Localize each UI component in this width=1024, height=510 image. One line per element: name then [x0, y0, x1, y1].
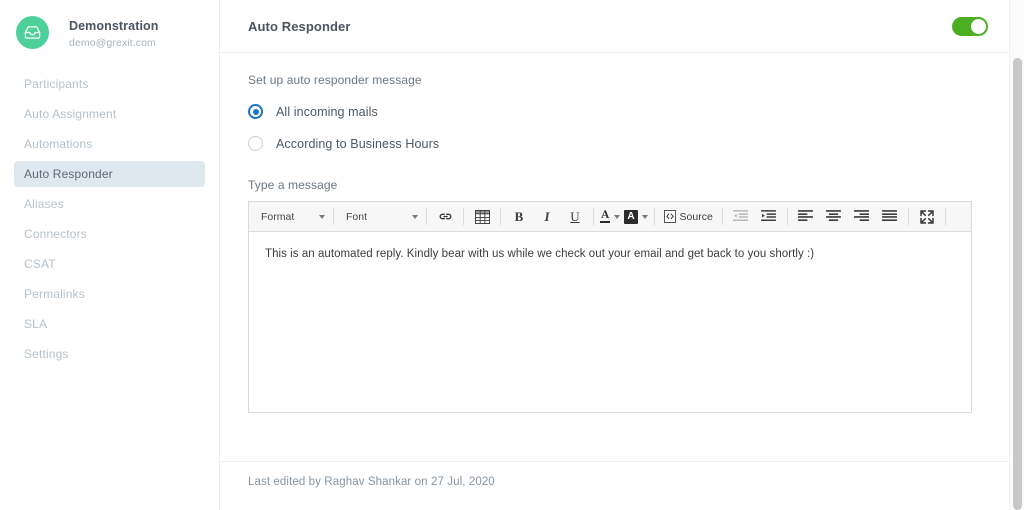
main-header: Auto Responder [220, 0, 1024, 53]
sidebar-item-automations[interactable]: Automations [14, 131, 205, 157]
sidebar-item-aliases[interactable]: Aliases [14, 191, 205, 217]
editor-toolbar: Format Font B I U A A Source [249, 202, 971, 232]
toolbar-separator [500, 208, 501, 225]
sidebar-item-settings[interactable]: Settings [14, 341, 205, 367]
sidebar-item-label: Aliases [24, 197, 64, 211]
maximize-icon[interactable] [913, 206, 941, 228]
source-button[interactable]: Source [659, 206, 718, 228]
chevron-down-icon [319, 214, 325, 219]
chevron-down-icon [641, 214, 648, 219]
auto-responder-toggle[interactable] [952, 16, 988, 36]
main-panel: Auto Responder Set up auto responder mes… [220, 0, 1024, 510]
account-name: Demonstration [69, 19, 159, 33]
sidebar-item-permalinks[interactable]: Permalinks [14, 281, 205, 307]
bold-icon[interactable]: B [505, 206, 533, 228]
sidebar-item-label: Permalinks [24, 287, 85, 301]
sidebar-item-label: CSAT [24, 257, 56, 271]
align-justify-icon[interactable] [876, 206, 904, 228]
toolbar-separator [721, 208, 723, 225]
inbox-icon [16, 16, 49, 49]
sidebar-item-label: Participants [24, 77, 89, 91]
last-edited-text: Last edited by Raghav Shankar on 27 Jul,… [248, 476, 495, 488]
sidebar-item-sla[interactable]: SLA [14, 311, 205, 337]
align-right-icon[interactable] [848, 206, 876, 228]
scrollbar-thumb[interactable] [1013, 58, 1022, 510]
sidebar-item-auto-assignment[interactable]: Auto Assignment [14, 101, 205, 127]
account-header: Demonstration demo@grexit.com [0, 0, 219, 51]
source-icon [663, 210, 676, 223]
account-email: demo@grexit.com [69, 37, 156, 49]
table-icon[interactable] [468, 206, 496, 228]
italic-icon[interactable]: I [533, 206, 561, 228]
outdent-icon[interactable] [727, 206, 755, 228]
chevron-down-icon [412, 214, 418, 219]
radio-label: All incoming mails [276, 104, 378, 119]
sidebar-item-label: Automations [24, 137, 93, 151]
sidebar: Demonstration demo@grexit.com Participan… [0, 0, 220, 510]
format-dropdown-label: Format [261, 210, 295, 223]
sidebar-item-label: Auto Assignment [24, 107, 117, 121]
sidebar-item-label: SLA [24, 317, 48, 331]
vertical-scrollbar[interactable] [1009, 0, 1024, 510]
toggle-knob [971, 18, 986, 34]
radio-option-all-incoming-mails[interactable]: All incoming mails [248, 99, 996, 124]
sidebar-nav: Participants Auto Assignment Automations… [0, 71, 219, 367]
main-content: Set up auto responder message All incomi… [220, 53, 1024, 413]
indent-icon[interactable] [755, 206, 783, 228]
editor-label: Type a message [248, 178, 338, 192]
background-color-icon[interactable]: A [622, 206, 649, 228]
toolbar-separator [786, 208, 788, 225]
message-textarea[interactable]: This is an automated reply. Kindly bear … [249, 232, 971, 412]
text-color-glyph: A [600, 209, 611, 223]
sidebar-item-label: Settings [24, 347, 69, 361]
background-color-glyph: A [624, 209, 638, 224]
source-label: Source [679, 210, 713, 223]
section-label: Set up auto responder message [248, 73, 422, 87]
font-dropdown-label: Font [346, 210, 368, 223]
sidebar-item-auto-responder[interactable]: Auto Responder [14, 161, 205, 187]
sidebar-item-csat[interactable]: CSAT [14, 251, 205, 277]
sidebar-item-connectors[interactable]: Connectors [14, 221, 205, 247]
radio-icon[interactable] [248, 136, 263, 151]
toolbar-separator [653, 208, 655, 225]
account-info: Demonstration demo@grexit.com [69, 16, 159, 51]
sidebar-item-participants[interactable]: Participants [14, 71, 205, 97]
sidebar-item-label: Auto Responder [24, 167, 113, 181]
toolbar-separator [463, 208, 464, 225]
toolbar-separator [333, 208, 334, 225]
page-title: Auto Responder [248, 18, 351, 34]
toolbar-separator [944, 208, 946, 225]
align-left-icon[interactable] [792, 206, 820, 228]
radio-icon[interactable] [248, 104, 263, 119]
font-dropdown[interactable]: Font [338, 206, 422, 228]
align-center-icon[interactable] [820, 206, 848, 228]
toolbar-separator [593, 208, 594, 225]
sidebar-item-label: Connectors [24, 227, 87, 241]
toolbar-separator [907, 208, 909, 225]
rich-text-editor: Format Font B I U A A Source This is an … [248, 201, 972, 413]
link-icon[interactable] [431, 206, 459, 228]
format-dropdown[interactable]: Format [253, 206, 329, 228]
app-root: Demonstration demo@grexit.com Participan… [0, 0, 1024, 510]
footer: Last edited by Raghav Shankar on 27 Jul,… [220, 461, 1024, 488]
chevron-down-icon [614, 214, 621, 219]
text-color-icon[interactable]: A [598, 206, 622, 228]
underline-icon[interactable]: U [561, 206, 589, 228]
radio-label: According to Business Hours [276, 136, 440, 151]
toolbar-separator [426, 208, 427, 225]
radio-option-business-hours[interactable]: According to Business Hours [248, 131, 996, 156]
